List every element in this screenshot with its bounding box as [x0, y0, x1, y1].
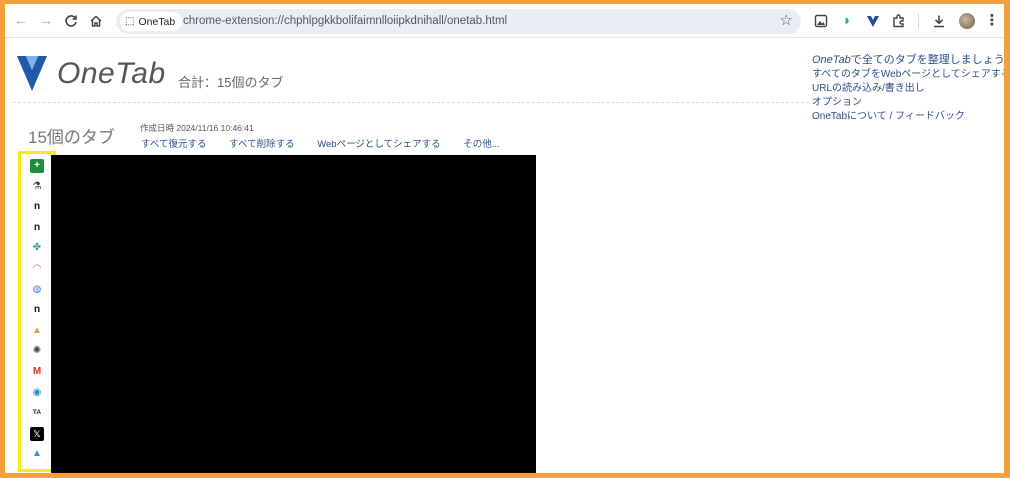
butterfly-icon[interactable]: ✤ [30, 241, 44, 255]
gmail-icon[interactable]: M [30, 365, 44, 379]
more-vert-icon[interactable]: ⋮ [982, 11, 1002, 31]
about-feedback-link[interactable]: OneTabについて / フィードバック [812, 110, 1002, 124]
image-search-icon[interactable] [811, 11, 831, 31]
onetab-extension-icon[interactable] [863, 11, 883, 31]
rainbow-icon[interactable]: ◠ [30, 262, 44, 276]
google-sheets-icon[interactable]: + [30, 159, 44, 173]
restore-all-link[interactable]: すべて復元する [141, 139, 206, 150]
share-all-link[interactable]: すべてのタブをWebページとしてシェアする [812, 68, 1004, 82]
reload-icon[interactable] [61, 11, 81, 31]
avatar[interactable] [959, 13, 975, 29]
globe-icon[interactable]: ◍ [30, 283, 44, 297]
home-icon[interactable] [86, 11, 106, 31]
browser-window: ← → ⬚ OneTab chrome-extension://chphlpgk… [5, 4, 1004, 473]
back-arrow-icon[interactable]: ← [11, 11, 31, 31]
onetab-logo-icon [15, 53, 49, 93]
flask-icon[interactable]: ⚗ [30, 180, 44, 194]
x-icon[interactable]: 𝕏 [30, 426, 44, 441]
forward-arrow-icon[interactable]: → [36, 11, 56, 31]
tab-group-title[interactable]: 15個のタブ [28, 123, 115, 148]
address-bar[interactable]: ⬚ OneTab chrome-extension://chphlpgkkbol… [116, 9, 801, 34]
ta-icon[interactable]: TA [30, 406, 44, 420]
cone-icon[interactable]: ▲ [30, 324, 44, 338]
browser-toolbar: ← → ⬚ OneTab chrome-extension://chphlpgk… [5, 4, 1004, 38]
right-links: OneTabで全てのタブを整理しましょう すべてのタブをWebページとしてシェア… [812, 53, 1004, 124]
tab-group-actions: すべて復元する すべて削除する Webページとしてシェアする その他... [141, 136, 520, 150]
n-letter-icon[interactable]: n [30, 221, 44, 235]
tab-group-created-date: 作成日時 2024/11/16 10:46:41 [140, 123, 254, 133]
site-chip[interactable]: ⬚ OneTab [120, 12, 183, 31]
delete-all-link[interactable]: すべて削除する [229, 139, 294, 150]
url-text[interactable]: chrome-extension://chphlpgkkbolifaimnllo… [183, 9, 507, 34]
header-divider [13, 102, 809, 103]
onetab-logo-text: OneTab [57, 57, 166, 90]
puzzle-extensions-icon[interactable] [889, 11, 909, 31]
star-icon[interactable]: ☆ [780, 11, 793, 29]
organize-tagline[interactable]: OneTabで全てのタブを整理しましょう [812, 53, 1004, 68]
import-export-link[interactable]: URLの読み込み/書き出し [812, 82, 1002, 96]
google-ads-icon[interactable]: ▲ [30, 447, 44, 461]
more-actions-link[interactable]: その他... [463, 139, 499, 150]
n-letter-icon[interactable]: n [30, 200, 44, 214]
total-tab-count: 合計：15個のタブ [178, 75, 284, 90]
site-chip-label: OneTab [138, 15, 176, 28]
options-link[interactable]: オプション [812, 96, 1002, 110]
onetab-page: OneTab 合計：15個のタブ OneTabで全てのタブを整理しましょう すべ… [5, 39, 1004, 473]
n-letter-icon[interactable]: n [30, 303, 44, 317]
redacted-tab-list [51, 155, 536, 473]
download-icon[interactable] [929, 11, 949, 31]
toolbar-separator [918, 13, 919, 29]
openai-icon[interactable]: ✺ [30, 344, 44, 358]
edge-icon[interactable]: ◉ [30, 386, 44, 400]
extension-icon: ⬚ [125, 16, 135, 27]
dolphin-extension-icon[interactable]: ◗ [837, 11, 857, 31]
share-as-webpage-link[interactable]: Webページとしてシェアする [317, 139, 440, 150]
